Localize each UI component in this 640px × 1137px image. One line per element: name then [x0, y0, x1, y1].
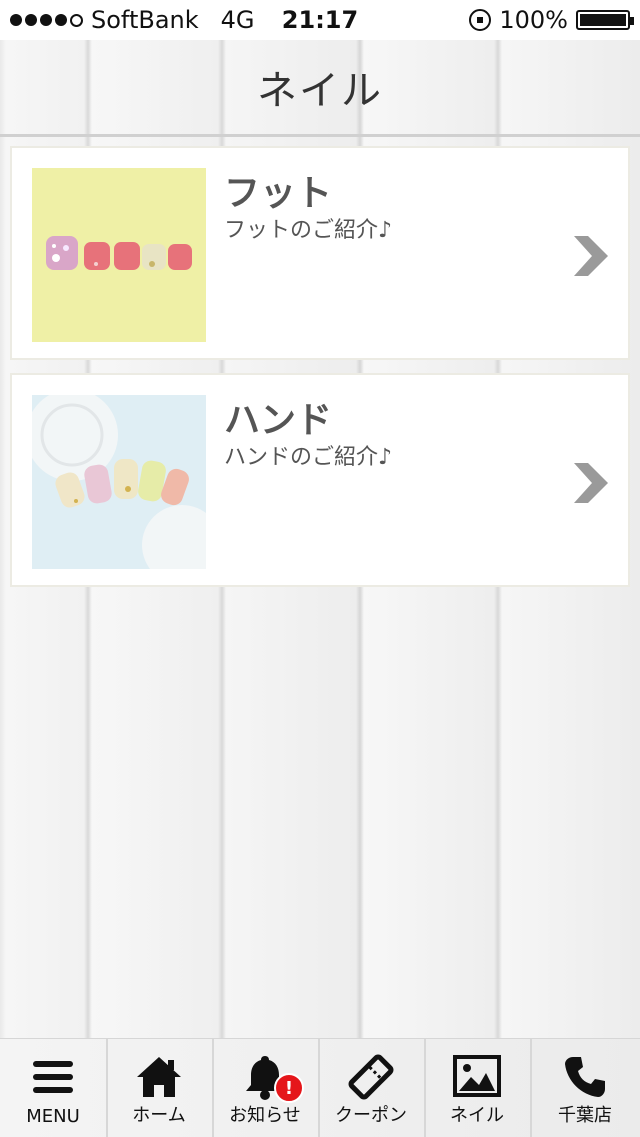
tab-label: 千葉店: [558, 1105, 612, 1126]
page-title: ネイル: [257, 68, 383, 114]
tab-nail[interactable]: ネイル: [424, 1039, 530, 1137]
tab-news[interactable]: ! お知らせ: [212, 1039, 318, 1137]
list-item-hand[interactable]: ハンド ハンドのご紹介♪: [10, 373, 630, 587]
tab-label: ネイル: [450, 1105, 504, 1126]
tab-label: MENU: [26, 1106, 80, 1127]
chevron-right-icon: [574, 463, 608, 503]
home-icon: [137, 1057, 181, 1097]
phone-icon: [565, 1057, 605, 1097]
tab-menu[interactable]: MENU: [0, 1039, 106, 1137]
image-icon: [453, 1055, 501, 1097]
tab-label: ホーム: [132, 1105, 186, 1126]
tab-coupon[interactable]: クーポン: [318, 1039, 424, 1137]
item-title: ハンド: [224, 400, 333, 441]
tab-home[interactable]: ホーム: [106, 1039, 212, 1137]
list-item-foot[interactable]: フット フットのご紹介♪: [10, 146, 630, 360]
item-title: フット: [224, 173, 333, 214]
item-subtitle: ハンドのご紹介♪: [224, 445, 393, 470]
menu-icon: [33, 1061, 73, 1093]
hand-nail-photo: [32, 395, 206, 569]
foot-nail-photo: [32, 168, 206, 342]
battery-percent: 100%: [499, 6, 568, 34]
ticket-icon: [348, 1054, 394, 1100]
chevron-right-icon: [574, 236, 608, 276]
tab-label: クーポン: [335, 1105, 407, 1126]
status-bar: SoftBank 4G 21:17 100%: [0, 0, 640, 40]
battery-icon: [576, 10, 634, 30]
notification-badge: !: [274, 1073, 304, 1103]
tab-label: お知らせ: [229, 1105, 301, 1126]
tab-shop-phone[interactable]: 千葉店: [530, 1039, 640, 1137]
rotation-lock-icon: [469, 9, 492, 31]
tab-bar: MENU ホーム ! お知らせ クーポン ネイル 千葉店: [0, 1038, 640, 1137]
item-subtitle: フットのご紹介♪: [224, 218, 393, 243]
